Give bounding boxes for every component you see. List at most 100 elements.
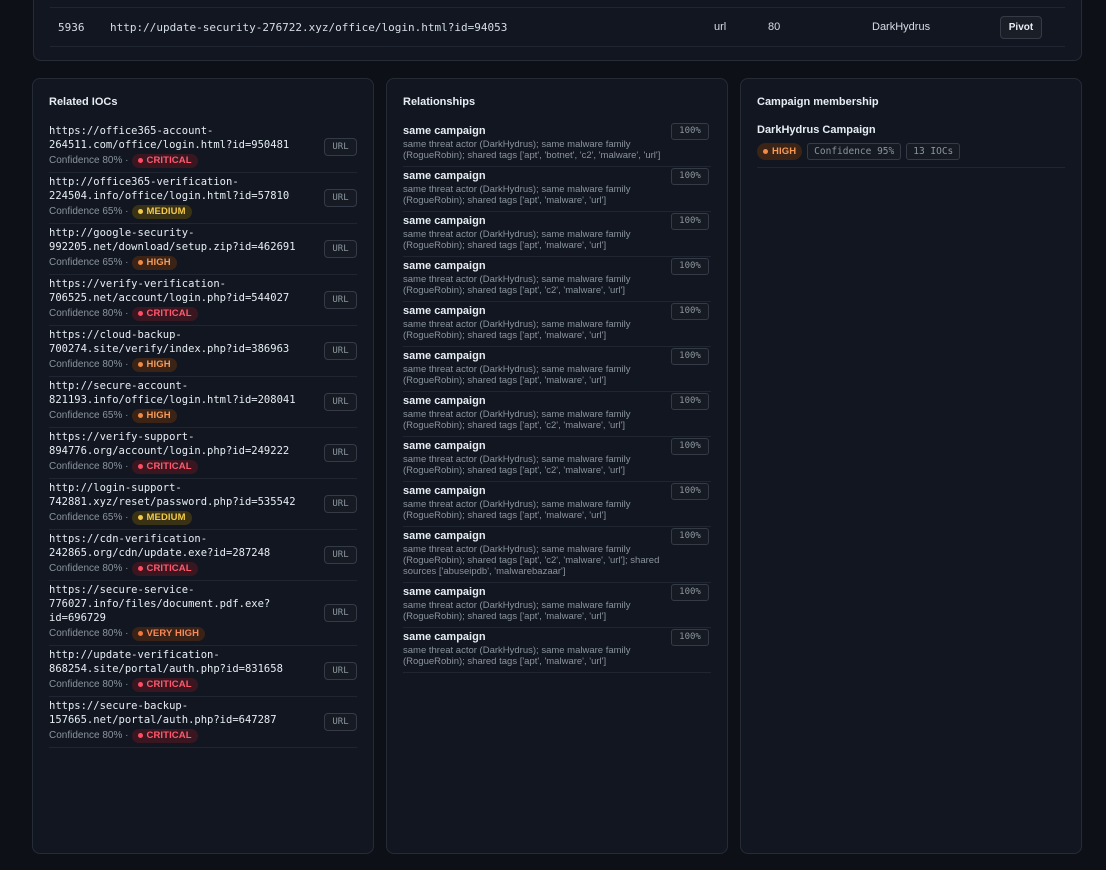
confidence-prefix: Confidence <box>49 206 100 217</box>
ioc-url[interactable]: http://google-security- 992205.net/downl… <box>49 226 311 254</box>
severity-badge: HIGH <box>131 357 177 372</box>
related-ioc-item[interactable]: http://update-verification- 868254.site/… <box>49 646 357 697</box>
confidence-value: 80% <box>102 155 123 166</box>
severity-badge: VERY HIGH <box>131 626 206 641</box>
ioc-type-button[interactable]: URL <box>324 495 357 513</box>
ioc-meta: Confidence 80% · VERY HIGH <box>49 626 357 641</box>
relationship-description: same threat actor (DarkHydrus); same mal… <box>403 409 631 431</box>
ioc-type-button[interactable]: URL <box>324 662 357 680</box>
ioc-type-button[interactable]: URL <box>324 444 357 462</box>
relationship-title: same campaign <box>403 586 486 598</box>
relationship-title: same campaign <box>403 215 486 227</box>
severity-label: HIGH <box>146 359 171 370</box>
ioc-url[interactable]: https://secure-backup- 157665.net/portal… <box>49 699 311 727</box>
ioc-url[interactable]: https://cdn-verification- 242865.org/cdn… <box>49 532 311 560</box>
related-ioc-item[interactable]: https://cloud-backup- 700274.site/verify… <box>49 326 357 377</box>
relationship-item[interactable]: same campaign same threat actor (DarkHydr… <box>403 437 711 482</box>
relationship-item[interactable]: same campaign same threat actor (DarkHydr… <box>403 122 711 167</box>
ioc-type: url <box>714 21 727 33</box>
severity-label: VERY HIGH <box>146 628 200 639</box>
relationship-item[interactable]: same campaign same threat actor (DarkHydr… <box>403 583 711 628</box>
confidence-value: 80% <box>102 308 123 319</box>
related-ioc-item[interactable]: https://office365-account- 264511.com/of… <box>49 122 357 173</box>
ioc-count-tag: 13 IOCs <box>906 143 961 160</box>
severity-dot-icon <box>763 149 768 154</box>
related-ioc-item[interactable]: https://verify-support- 894776.org/accou… <box>49 428 357 479</box>
confidence-value: 80% <box>102 563 123 574</box>
ioc-url[interactable]: http://office365-verification- 224504.in… <box>49 175 311 203</box>
relationship-description: same threat actor (DarkHydrus); same mal… <box>403 544 660 577</box>
severity-label: HIGH <box>146 410 171 421</box>
ioc-url[interactable]: https://cloud-backup- 700274.site/verify… <box>49 328 311 356</box>
ioc-type-button[interactable]: URL <box>324 713 357 731</box>
related-ioc-item[interactable]: http://secure-account- 821193.info/offic… <box>49 377 357 428</box>
severity-dot-icon <box>137 464 143 469</box>
ioc-meta: Confidence 80% · CRITICAL <box>49 561 357 576</box>
relationship-score-badge: 100% <box>671 528 709 545</box>
confidence-value: 65% <box>102 206 123 217</box>
confidence-value: 80% <box>102 730 123 741</box>
related-ioc-item[interactable]: http://login-support- 742881.xyz/reset/p… <box>49 479 357 530</box>
campaign-item[interactable]: DarkHydrus Campaign HIGH Confidence 95% … <box>757 124 1065 168</box>
related-ioc-item[interactable]: https://secure-service- 776027.info/file… <box>49 581 357 646</box>
severity-label: MEDIUM <box>146 206 186 217</box>
ioc-url[interactable]: http://update-verification- 868254.site/… <box>49 648 311 676</box>
ioc-url[interactable]: https://verify-support- 894776.org/accou… <box>49 430 311 458</box>
relationship-title: same campaign <box>403 170 486 182</box>
relationship-item[interactable]: same campaign same threat actor (DarkHydr… <box>403 167 711 212</box>
ioc-url[interactable]: https://verify-verification- 706525.net/… <box>49 277 311 305</box>
ioc-type-button[interactable]: URL <box>324 291 357 309</box>
table-row[interactable]: 5936 http://update-security-276722.xyz/o… <box>50 7 1065 47</box>
relationship-item[interactable]: same campaign same threat actor (DarkHydr… <box>403 628 711 673</box>
ioc-url[interactable]: https://office365-account- 264511.com/of… <box>49 124 311 152</box>
relationship-title: same campaign <box>403 125 486 137</box>
relationship-description: same threat actor (DarkHydrus); same mal… <box>403 229 631 251</box>
ioc-type-button[interactable]: URL <box>324 138 357 156</box>
relationship-item[interactable]: same campaign same threat actor (DarkHydr… <box>403 257 711 302</box>
ioc-url[interactable]: http://login-support- 742881.xyz/reset/p… <box>49 481 311 509</box>
relationship-item[interactable]: same campaign same threat actor (DarkHydr… <box>403 212 711 257</box>
related-ioc-item[interactable]: http://office365-verification- 224504.in… <box>49 173 357 224</box>
severity-badge: CRITICAL <box>131 306 198 321</box>
confidence-value: 65% <box>102 257 123 268</box>
confidence-tag: Confidence 95% <box>807 143 902 160</box>
relationship-description: same threat actor (DarkHydrus); same mal… <box>403 499 631 521</box>
ioc-value: http://update-security-276722.xyz/office… <box>110 21 508 34</box>
severity-badge: CRITICAL <box>131 459 198 474</box>
severity-badge: CRITICAL <box>131 677 198 692</box>
relationships-panel: Relationships same campaign same threat a… <box>386 78 728 854</box>
relationship-score-badge: 100% <box>671 393 709 410</box>
relationship-item[interactable]: same campaign same threat actor (DarkHydr… <box>403 482 711 527</box>
severity-badge: CRITICAL <box>131 561 198 576</box>
ioc-type-button[interactable]: URL <box>324 546 357 564</box>
relationship-title: same campaign <box>403 350 486 362</box>
related-ioc-item[interactable]: https://verify-verification- 706525.net/… <box>49 275 357 326</box>
relationship-score-badge: 100% <box>671 483 709 500</box>
relationship-item[interactable]: same campaign same threat actor (DarkHydr… <box>403 347 711 392</box>
severity-dot-icon <box>137 362 143 367</box>
ioc-url[interactable]: http://secure-account- 821193.info/offic… <box>49 379 311 407</box>
severity-label: CRITICAL <box>146 563 192 574</box>
ioc-type-button[interactable]: URL <box>324 342 357 360</box>
ioc-type-button[interactable]: URL <box>324 604 357 622</box>
ioc-type-button[interactable]: URL <box>324 189 357 207</box>
severity-label: CRITICAL <box>146 155 192 166</box>
severity-badge: HIGH <box>131 408 177 423</box>
ioc-url[interactable]: https://secure-service- 776027.info/file… <box>49 583 311 625</box>
related-ioc-item[interactable]: https://cdn-verification- 242865.org/cdn… <box>49 530 357 581</box>
ioc-meta: Confidence 65% · HIGH <box>49 408 357 423</box>
relationship-title: same campaign <box>403 440 486 452</box>
related-ioc-item[interactable]: https://secure-backup- 157665.net/portal… <box>49 697 357 748</box>
ioc-type-button[interactable]: URL <box>324 240 357 258</box>
pivot-button[interactable]: Pivot <box>1000 16 1042 39</box>
relationship-item[interactable]: same campaign same threat actor (DarkHydr… <box>403 392 711 437</box>
panel-title: Relationships <box>403 96 476 108</box>
relationship-item[interactable]: same campaign same threat actor (DarkHydr… <box>403 302 711 347</box>
relationship-score-badge: 100% <box>671 348 709 365</box>
relationship-item[interactable]: same campaign same threat actor (DarkHydr… <box>403 527 711 583</box>
relationship-description: same threat actor (DarkHydrus); same mal… <box>403 600 631 622</box>
confidence-value: 80% <box>102 461 123 472</box>
related-ioc-item[interactable]: http://google-security- 992205.net/downl… <box>49 224 357 275</box>
ioc-type-button[interactable]: URL <box>324 393 357 411</box>
panel-title: Related IOCs <box>49 96 118 108</box>
